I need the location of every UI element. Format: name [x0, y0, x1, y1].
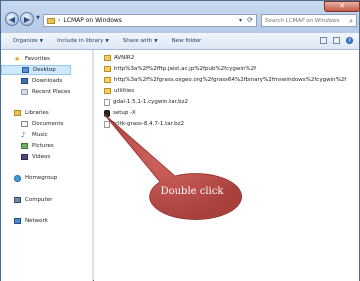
nav-videos[interactable]: Videos: [1, 152, 50, 162]
address-path[interactable]: LCMAP on Windows: [63, 17, 122, 24]
star-icon: ★: [14, 54, 21, 63]
preview-pane-icon[interactable]: [333, 37, 340, 44]
file-item-archive[interactable]: tcltk-grass-8.4.7-1.tar.bz2: [104, 119, 184, 129]
folder-icon: [104, 55, 111, 61]
nav-documents[interactable]: Documents: [1, 119, 63, 129]
documents-icon: [21, 121, 28, 127]
folder-icon: [104, 77, 111, 83]
folder-icon: [104, 88, 111, 94]
nav-recent-places[interactable]: Recent Places: [1, 87, 70, 97]
folder-icon: [104, 66, 111, 72]
recent-places-icon: [21, 89, 28, 95]
network-icon: [14, 218, 21, 224]
nav-downloads[interactable]: Downloads: [1, 76, 62, 86]
setup-executable-icon: [104, 109, 110, 117]
file-item-folder[interactable]: http%3a%2f%2fftp.jaist.ac.jp%2fpub%2fcyg…: [104, 64, 256, 74]
videos-icon: [21, 154, 28, 160]
file-item-folder[interactable]: http%3a%2f%2fgrass.osgeo.org%2fgrass64%2…: [104, 75, 346, 85]
file-item-setup[interactable]: setup -X: [104, 108, 136, 118]
nav-music[interactable]: ♪ Music: [1, 130, 48, 140]
recent-pages-dropdown[interactable]: ▼: [36, 15, 40, 21]
close-button[interactable]: ✕: [324, 1, 360, 12]
file-item-folder[interactable]: utilities: [104, 86, 134, 96]
address-bar[interactable]: › LCMAP on Windows ▾ ⟳: [43, 14, 257, 27]
share-with-menu[interactable]: Share with ▼: [123, 38, 158, 44]
file-icon: [104, 120, 110, 128]
pictures-icon: [21, 143, 28, 149]
refresh-icon[interactable]: ⟳: [247, 16, 253, 24]
close-icon: ✕: [339, 2, 345, 10]
search-icon[interactable]: ⌕: [349, 17, 353, 26]
address-dropdown-icon[interactable]: ▾: [239, 17, 242, 24]
breadcrumb-separator: ›: [58, 17, 61, 24]
downloads-icon: [21, 78, 28, 84]
help-icon[interactable]: ?: [346, 37, 353, 44]
explorer-window: ◀ ▶ ▼ › LCMAP on Windows ▾ ⟳ ⌕ ✕ Organiz…: [0, 0, 360, 281]
folder-icon: [47, 17, 55, 24]
libraries-icon: [14, 110, 21, 116]
file-item-folder[interactable]: AVNIR2: [104, 53, 134, 63]
file-icon: [104, 98, 110, 106]
callout-label: Double click: [160, 186, 224, 197]
back-button[interactable]: ◀: [5, 12, 19, 26]
nav-libraries[interactable]: Libraries: [1, 108, 49, 118]
navigation-pane: ★ Favorites Desktop Downloads Recent Pla…: [1, 50, 93, 281]
organize-menu[interactable]: Organize ▼: [13, 38, 43, 44]
music-icon: ♪: [21, 131, 26, 139]
new-folder-button[interactable]: New folder: [172, 38, 202, 44]
nav-favorites[interactable]: ★ Favorites: [1, 54, 50, 64]
nav-computer[interactable]: Computer: [1, 195, 52, 205]
include-in-library-menu[interactable]: Include in library ▼: [57, 38, 109, 44]
file-list: AVNIR2 http%3a%2f%2fftp.jaist.ac.jp%2fpu…: [94, 50, 359, 281]
forward-button[interactable]: ▶: [20, 12, 34, 26]
nav-network[interactable]: Network: [1, 216, 48, 226]
nav-pictures[interactable]: Pictures: [1, 141, 54, 151]
computer-icon: [14, 197, 21, 203]
nav-desktop[interactable]: Desktop: [1, 65, 71, 75]
search-box[interactable]: ⌕: [261, 14, 357, 27]
homegroup-icon: [14, 174, 21, 182]
search-input[interactable]: [262, 17, 347, 24]
command-bar: Organize ▼ Include in library ▼ Share with…: [1, 33, 359, 50]
file-item-archive[interactable]: gdal-1.5.1-1.cygwin.tar.bz2: [104, 97, 188, 107]
nav-homegroup[interactable]: Homegroup: [1, 173, 57, 183]
view-options-icon[interactable]: [320, 37, 327, 44]
title-bar: ◀ ▶ ▼ › LCMAP on Windows ▾ ⟳ ⌕ ✕: [1, 1, 360, 33]
desktop-icon: [22, 67, 29, 73]
